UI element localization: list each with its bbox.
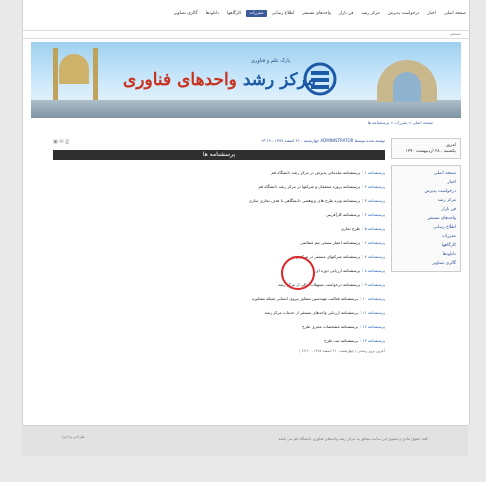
sub-bar: جستجو: [23, 30, 469, 39]
topnav-item[interactable]: فن بازار: [336, 10, 357, 17]
article: نوشته شده توسط ADMINISTRATOR چهارشنبه ، …: [53, 138, 385, 353]
article-meta: نوشته شده توسط ADMINISTRATOR چهارشنبه ، …: [53, 138, 385, 148]
list-item: پرسشنامه ۹ :پرسشنامه درخواست تسهیلات مال…: [53, 278, 385, 292]
sidebar-menu-item[interactable]: صفحه اصلی: [396, 169, 456, 178]
shrine-dome-image: [59, 54, 89, 84]
questionnaire-link[interactable]: پرسشنامه ۳ :: [362, 198, 385, 203]
article-title: پرسشنامه ها: [53, 150, 385, 160]
questionnaire-link[interactable]: پرسشنامه ۱ :: [362, 170, 385, 175]
minaret-image: [93, 48, 98, 100]
gate-arch: [393, 72, 421, 102]
highlight-circle: [281, 256, 315, 290]
date-box: امروز یکشنبه ، ۲۸ اردیبهشت ۱۳۹۰: [391, 138, 461, 159]
sidebar-menu-item[interactable]: فن بازار: [396, 205, 456, 214]
questionnaire-link[interactable]: پرسشنامه ۱۲ :: [360, 324, 385, 329]
list-item: پرسشنامه ۶ :پرسشنامه اعتبار سنجی تیم متق…: [53, 236, 385, 250]
questionnaire-title: پرسشنامه اعتبار سنجی تیم متقاضی: [300, 240, 360, 245]
list-item: پرسشنامه ۵ :طرح تجاری: [53, 222, 385, 236]
topnav-item[interactable]: کارگاهها: [224, 10, 244, 17]
questionnaire-link[interactable]: پرسشنامه ۷ :: [362, 254, 385, 259]
date-label: امروز: [445, 143, 456, 148]
date-value: یکشنبه ، ۲۸ اردیبهشت ۱۳۹۰: [405, 149, 456, 154]
sidebar-menu-item[interactable]: مقررات: [396, 232, 456, 241]
topnav-item[interactable]: مقررات: [246, 10, 267, 17]
banner-title: مرکز رشد واحدهای فناوری: [123, 70, 316, 90]
list-item: پرسشنامه ۱۰ :پرسشنامه فعالیت مهندسین مشا…: [53, 292, 385, 306]
questionnaire-title: پرسشنامه مقدماتی پذیرش در مرکز رشد دانشگ…: [271, 170, 360, 175]
questionnaire-link[interactable]: پرسشنامه ۱۳ :: [360, 338, 385, 343]
questionnaire-link[interactable]: پرسشنامه ۸ :: [362, 268, 385, 273]
sidebar-menu-item[interactable]: اخبار: [396, 178, 456, 187]
list-item: پرسشنامه ۸ :پرسشنامه ارزیابی دوره ای: [53, 264, 385, 278]
header-banner: پارک علم و فناوری مرکز رشد واحدهای فناور…: [31, 42, 461, 118]
questionnaire-link[interactable]: پرسشنامه ۲ :: [362, 184, 385, 189]
questionnaire-title: پرسشنامه مشخصات مجری طرح: [302, 324, 358, 329]
questionnaire-title: پرسشنامه فعالیت مهندسین مشاور نیروی انسا…: [252, 296, 358, 301]
sidebar-menu-item[interactable]: اطلاع رسانی: [396, 223, 456, 232]
sidebar-menu-item[interactable]: مرکز رشد: [396, 196, 456, 205]
footer-credit: طراحی و اجرا: [62, 434, 85, 439]
banner-title-part2: واحدهای فناوری: [123, 70, 237, 90]
questionnaire-link[interactable]: پرسشنامه ۴ :: [362, 212, 385, 217]
questionnaire-title: پرسشنامه ثبت طرح: [324, 338, 358, 343]
last-updated: آخرین بروز رسانی ( چهارشنبه ، ۲۱ اسفند ۱…: [298, 349, 385, 353]
topnav-item[interactable]: اخبار: [424, 10, 439, 17]
footer: کلیه حقوق مادی و معنوی این سایت متعلق به…: [22, 425, 468, 456]
list-item: پرسشنامه ۱۳ :پرسشنامه ثبت طرح: [53, 334, 385, 348]
questionnaire-title: پرسشنامه پروژه محققان و شرکتها در مرکز ر…: [258, 184, 360, 189]
sidebar-menu-item[interactable]: کارگاهها: [396, 241, 456, 250]
minaret-image: [53, 48, 58, 100]
print-email-pdf-icons[interactable]: ▣ ✉ ⎙: [53, 139, 69, 145]
questionnaire-link[interactable]: پرسشنامه ۶ :: [362, 240, 385, 245]
questionnaire-title: پرسشنامه کارآفرینی: [325, 212, 360, 217]
questionnaire-link[interactable]: پرسشنامه ۹ :: [362, 282, 385, 287]
list-item: پرسشنامه ۱۱ :پرسشنامه ارزیابی واحدهای مس…: [53, 306, 385, 320]
banner-subtitle: پارک علم و فناوری: [251, 58, 291, 64]
page-container: صفحه اصلیاخباردرخواست پذیرشمرکز رشدفن با…: [22, 0, 470, 425]
sidebar-menu-item[interactable]: دانلودها: [396, 250, 456, 259]
footer-copyright: کلیه حقوق مادی و معنوی این سایت متعلق به…: [278, 436, 428, 441]
banner-title-part1: مرکز رشد: [242, 70, 317, 90]
search-link[interactable]: جستجو: [451, 32, 461, 36]
questionnaire-title: طرح تجاری: [340, 226, 360, 231]
sidebar-menu-item[interactable]: درخواست پذیرش: [396, 187, 456, 196]
topnav-item[interactable]: دانلودها: [203, 10, 222, 17]
breadcrumb[interactable]: صفحه اصلی » مقررات » پرسشنامه ها: [368, 120, 433, 125]
questionnaire-title: پرسشنامه ارزیابی واحدهای مستقر از خدمات …: [264, 310, 358, 315]
sidebar: امروز یکشنبه ، ۲۸ اردیبهشت ۱۳۹۰ صفحه اصل…: [391, 138, 461, 278]
topnav-item[interactable]: مرکز رشد: [358, 10, 382, 17]
topnav-item[interactable]: صفحه اصلی: [441, 10, 469, 17]
list-item: پرسشنامه ۲ :پرسشنامه پروژه محققان و شرکت…: [53, 180, 385, 194]
questionnaire-link[interactable]: پرسشنامه ۱۰ :: [360, 296, 385, 301]
topnav-item[interactable]: واحدهای مستقر: [299, 10, 333, 17]
sidebar-menu-item[interactable]: واحدهای مستقر: [396, 214, 456, 223]
article-author-date: نوشته شده توسط ADMINISTRATOR چهارشنبه ، …: [260, 138, 385, 143]
questionnaire-list: پرسشنامه ۱ :پرسشنامه مقدماتی پذیرش در مر…: [53, 166, 385, 348]
sidebar-menu: صفحه اصلی اخبار درخواست پذیرش مرکز رشد فن با…: [391, 165, 461, 272]
topnav-item[interactable]: گالری تصاویر: [171, 10, 201, 17]
top-navigation: صفحه اصلیاخباردرخواست پذیرشمرکز رشدفن با…: [23, 10, 469, 23]
sidebar-menu-item[interactable]: گالری تصاویر: [396, 259, 456, 268]
questionnaire-link[interactable]: پرسشنامه ۵ :: [362, 226, 385, 231]
questionnaire-title: پرسشنامه ارزیابی دوره ای: [315, 268, 360, 273]
list-item: پرسشنامه ۱ :پرسشنامه مقدماتی پذیرش در مر…: [53, 166, 385, 180]
topnav-item[interactable]: اطلاع رسانی: [269, 10, 298, 17]
list-item: پرسشنامه ۱۲ :پرسشنامه مشخصات مجری طرح: [53, 320, 385, 334]
topnav-item[interactable]: درخواست پذیرش: [385, 10, 423, 17]
list-item: پرسشنامه ۴ :پرسشنامه کارآفرینی: [53, 208, 385, 222]
questionnaire-title: پرسشنامه ویژه طرح های پژوهشی دانشگاهی با…: [248, 198, 360, 203]
banner-ground: [31, 100, 461, 118]
list-item: پرسشنامه ۳ :پرسشنامه ویژه طرح های پژوهشی…: [53, 194, 385, 208]
list-item: پرسشنامه ۷ :پرسشنامه شرکتهای مستقر در مر…: [53, 250, 385, 264]
questionnaire-link[interactable]: پرسشنامه ۱۱ :: [360, 310, 385, 315]
